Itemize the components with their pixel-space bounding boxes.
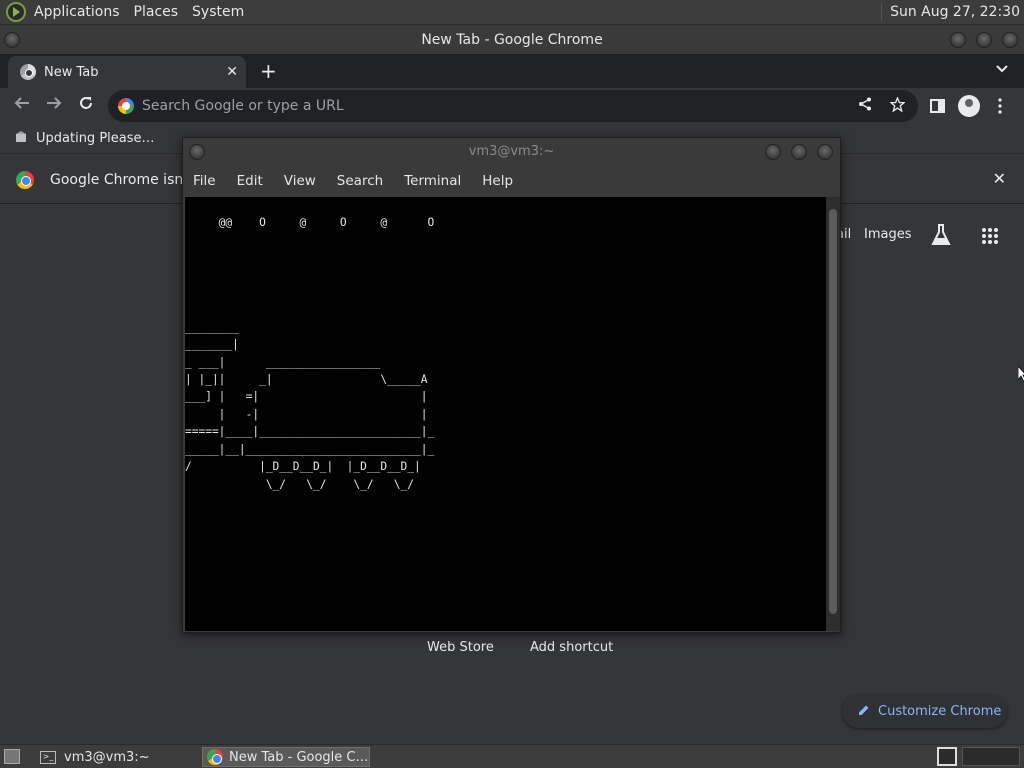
side-panel-icon[interactable]	[930, 98, 945, 118]
terminal-menu-search[interactable]: Search	[337, 173, 383, 189]
forward-icon[interactable]	[46, 95, 62, 116]
bottom-panel: >_ vm3@vm3:~ New Tab - Google C…	[0, 744, 1024, 768]
taskbar-item-chrome[interactable]: New Tab - Google C…	[202, 747, 370, 767]
mouse-cursor-icon	[1017, 364, 1024, 387]
back-icon[interactable]	[14, 95, 30, 116]
labs-flask-icon[interactable]	[931, 224, 951, 250]
terminal-output: @@ O @ O @ O ________ _______| _ ___| __…	[185, 216, 435, 491]
show-desktop-icon[interactable]	[4, 749, 20, 764]
terminal-app-icon: >_	[40, 750, 56, 764]
tab-strip: New Tab ✕ +	[0, 54, 1024, 88]
more-menu-icon[interactable]	[998, 98, 1002, 119]
customize-chrome-button[interactable]: Customize Chrome	[842, 695, 1007, 728]
tab-title: New Tab	[44, 64, 99, 80]
taskbar-terminal-label: vm3@vm3:~	[64, 749, 150, 765]
close-window-icon[interactable]	[1002, 32, 1018, 48]
menu-applications[interactable]: Applications	[34, 4, 120, 20]
omnibox-placeholder: Search Google or type a URL	[142, 98, 344, 114]
tab-search-icon[interactable]	[996, 62, 1008, 76]
tab-close-icon[interactable]: ✕	[226, 64, 238, 80]
clock[interactable]: Sun Aug 27, 22:30	[881, 4, 1020, 20]
terminal-menu-edit[interactable]: Edit	[237, 173, 263, 189]
distro-logo-icon[interactable]	[6, 2, 26, 22]
terminal-close-icon[interactable]	[817, 144, 833, 160]
terminal-title: vm3@vm3:~	[468, 144, 555, 159]
bookmark-star-icon[interactable]	[889, 96, 906, 116]
workspace-switcher-1[interactable]	[937, 747, 957, 766]
reload-icon[interactable]	[78, 95, 94, 116]
shortcut-web-store[interactable]: Web Store	[427, 640, 494, 655]
chrome-window-title: New Tab - Google Chrome	[421, 32, 603, 48]
terminal-menu-file[interactable]: File	[193, 173, 216, 189]
taskbar-chrome-label: New Tab - Google C…	[229, 749, 369, 765]
infobar-close-icon[interactable]: ✕	[993, 169, 1006, 188]
chrome-titlebar: New Tab - Google Chrome	[0, 26, 1024, 54]
maximize-icon[interactable]	[976, 32, 992, 48]
window-menu-icon[interactable]	[4, 32, 20, 48]
top-panel: Applications Places System Sun Aug 27, 2…	[0, 0, 1024, 25]
terminal-scrollbar[interactable]	[826, 197, 840, 631]
pencil-icon	[858, 704, 870, 720]
terminal-scroll-thumb[interactable]	[829, 209, 837, 614]
omnibox[interactable]: Search Google or type a URL	[108, 90, 918, 122]
terminal-maximize-icon[interactable]	[791, 144, 807, 160]
minimize-icon[interactable]	[950, 32, 966, 48]
terminal-screen[interactable]: @@ O @ O @ O ________ _______| _ ___| __…	[185, 197, 826, 631]
share-icon[interactable]	[858, 97, 872, 115]
profile-avatar-icon[interactable]	[958, 95, 980, 117]
workspace-switcher-2[interactable]	[962, 747, 1020, 766]
shortcut-add[interactable]: Add shortcut	[530, 640, 613, 655]
toolbar: Search Google or type a URL	[0, 88, 1024, 124]
terminal-menu-help[interactable]: Help	[482, 173, 513, 189]
tab-new-tab[interactable]: New Tab ✕	[8, 56, 246, 88]
chrome-favicon-icon	[20, 64, 36, 80]
update-package-icon	[14, 130, 28, 148]
terminal-window[interactable]: vm3@vm3:~ File Edit View Search Terminal…	[182, 137, 841, 633]
taskbar-item-terminal[interactable]: >_ vm3@vm3:~	[34, 747, 194, 767]
customize-chrome-label: Customize Chrome	[878, 704, 1002, 719]
google-g-icon	[118, 98, 134, 114]
chrome-app-icon	[207, 749, 223, 765]
bookmark-updating[interactable]: Updating Please…	[36, 131, 155, 146]
terminal-menu-view[interactable]: View	[284, 173, 316, 189]
apps-grid-icon[interactable]	[981, 227, 999, 249]
terminal-menubar: File Edit View Search Terminal Help	[183, 166, 840, 196]
images-link[interactable]: Images	[864, 227, 912, 242]
menu-system[interactable]: System	[192, 4, 244, 20]
terminal-menu-terminal[interactable]: Terminal	[404, 173, 461, 189]
menu-places[interactable]: Places	[134, 4, 179, 20]
terminal-minimize-icon[interactable]	[765, 144, 781, 160]
chrome-logo-icon	[16, 170, 34, 189]
new-tab-button[interactable]: +	[260, 59, 277, 83]
